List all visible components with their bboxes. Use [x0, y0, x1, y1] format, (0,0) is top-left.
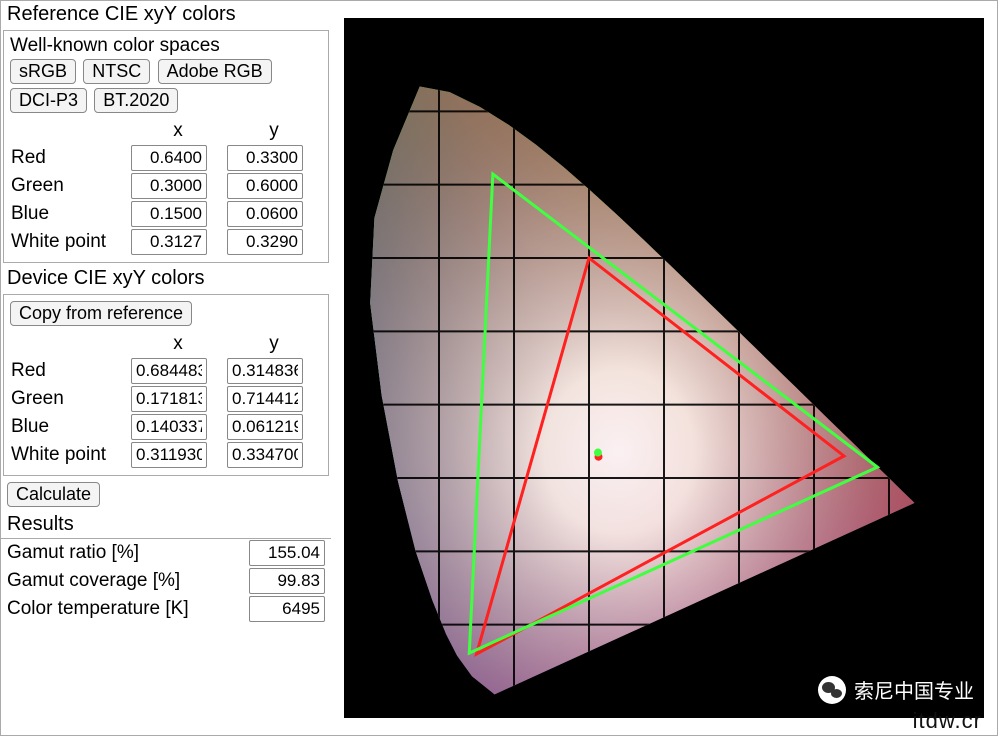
- results-row: Color temperature [K]: [1, 595, 331, 623]
- table-row: Green: [10, 385, 322, 413]
- space-ntsc-button[interactable]: NTSC: [83, 59, 150, 84]
- chromaticity-diagram: [344, 18, 984, 718]
- ref-green-y-input[interactable]: [227, 173, 303, 199]
- reference-table: x y Red Green Blue: [10, 119, 322, 256]
- dev-red-y-input[interactable]: [227, 358, 303, 384]
- color-temp-value[interactable]: [249, 596, 325, 622]
- left-panel: Reference CIE xyY colors Well-known colo…: [1, 1, 331, 735]
- dev-header-y: y: [226, 332, 322, 357]
- space-dcip3-button[interactable]: DCI-P3: [10, 88, 87, 113]
- table-row: Blue: [10, 200, 322, 228]
- copy-from-reference-button[interactable]: Copy from reference: [10, 301, 192, 326]
- table-row: Red: [10, 144, 322, 172]
- calculate-button[interactable]: Calculate: [7, 482, 100, 507]
- dev-blue-y-input[interactable]: [227, 414, 303, 440]
- reference-title: Reference CIE xyY colors: [1, 1, 331, 28]
- space-bt2020-button[interactable]: BT.2020: [94, 88, 178, 113]
- dev-white-x-input[interactable]: [131, 442, 207, 468]
- dev-blue-label: Blue: [10, 413, 130, 441]
- table-row: White point: [10, 441, 322, 469]
- ref-green-x-input[interactable]: [131, 173, 207, 199]
- results-title: Results: [1, 511, 331, 538]
- ref-white-x-input[interactable]: [131, 229, 207, 255]
- chromaticity-svg: [344, 18, 984, 718]
- ref-red-y-input[interactable]: [227, 145, 303, 171]
- gamut-ratio-label: Gamut ratio [%]: [7, 542, 139, 564]
- ref-blue-label: Blue: [10, 200, 130, 228]
- device-fieldset: Copy from reference x y Red Green: [3, 294, 329, 476]
- color-spaces-label: Well-known color spaces: [10, 35, 322, 57]
- space-adobergb-button[interactable]: Adobe RGB: [158, 59, 272, 84]
- results-row: Gamut coverage [%]: [1, 567, 331, 595]
- dev-header-x: x: [130, 332, 226, 357]
- dev-red-x-input[interactable]: [131, 358, 207, 384]
- ref-header-x: x: [130, 119, 226, 144]
- ref-white-label: White point: [10, 228, 130, 256]
- dev-red-label: Red: [10, 357, 130, 385]
- space-srgb-button[interactable]: sRGB: [10, 59, 76, 84]
- reference-fieldset: Well-known color spaces sRGB NTSC Adobe …: [3, 30, 329, 263]
- dev-green-x-input[interactable]: [131, 386, 207, 412]
- app-window: Reference CIE xyY colors Well-known colo…: [0, 0, 998, 736]
- ref-green-label: Green: [10, 172, 130, 200]
- results-row: Gamut ratio [%]: [1, 539, 331, 567]
- dev-white-y-input[interactable]: [227, 442, 303, 468]
- color-space-buttons: sRGB NTSC Adobe RGB DCI-P3 BT.2020: [10, 57, 322, 115]
- color-temp-label: Color temperature [K]: [7, 598, 189, 620]
- table-row: Red: [10, 357, 322, 385]
- dev-blue-x-input[interactable]: [131, 414, 207, 440]
- ref-white-y-input[interactable]: [227, 229, 303, 255]
- dev-green-label: Green: [10, 385, 130, 413]
- ref-red-x-input[interactable]: [131, 145, 207, 171]
- gamut-ratio-value[interactable]: [249, 540, 325, 566]
- right-panel: [331, 1, 997, 735]
- ref-blue-y-input[interactable]: [227, 201, 303, 227]
- device-table: x y Red Green Blue: [10, 332, 322, 469]
- table-row: Green: [10, 172, 322, 200]
- table-row: White point: [10, 228, 322, 256]
- ref-header-y: y: [226, 119, 322, 144]
- ref-blue-x-input[interactable]: [131, 201, 207, 227]
- gamut-coverage-value[interactable]: [249, 568, 325, 594]
- gamut-coverage-label: Gamut coverage [%]: [7, 570, 180, 592]
- ref-red-label: Red: [10, 144, 130, 172]
- dev-green-y-input[interactable]: [227, 386, 303, 412]
- device-title: Device CIE xyY colors: [1, 265, 331, 292]
- table-row: Blue: [10, 413, 322, 441]
- dev-white-label: White point: [10, 441, 130, 469]
